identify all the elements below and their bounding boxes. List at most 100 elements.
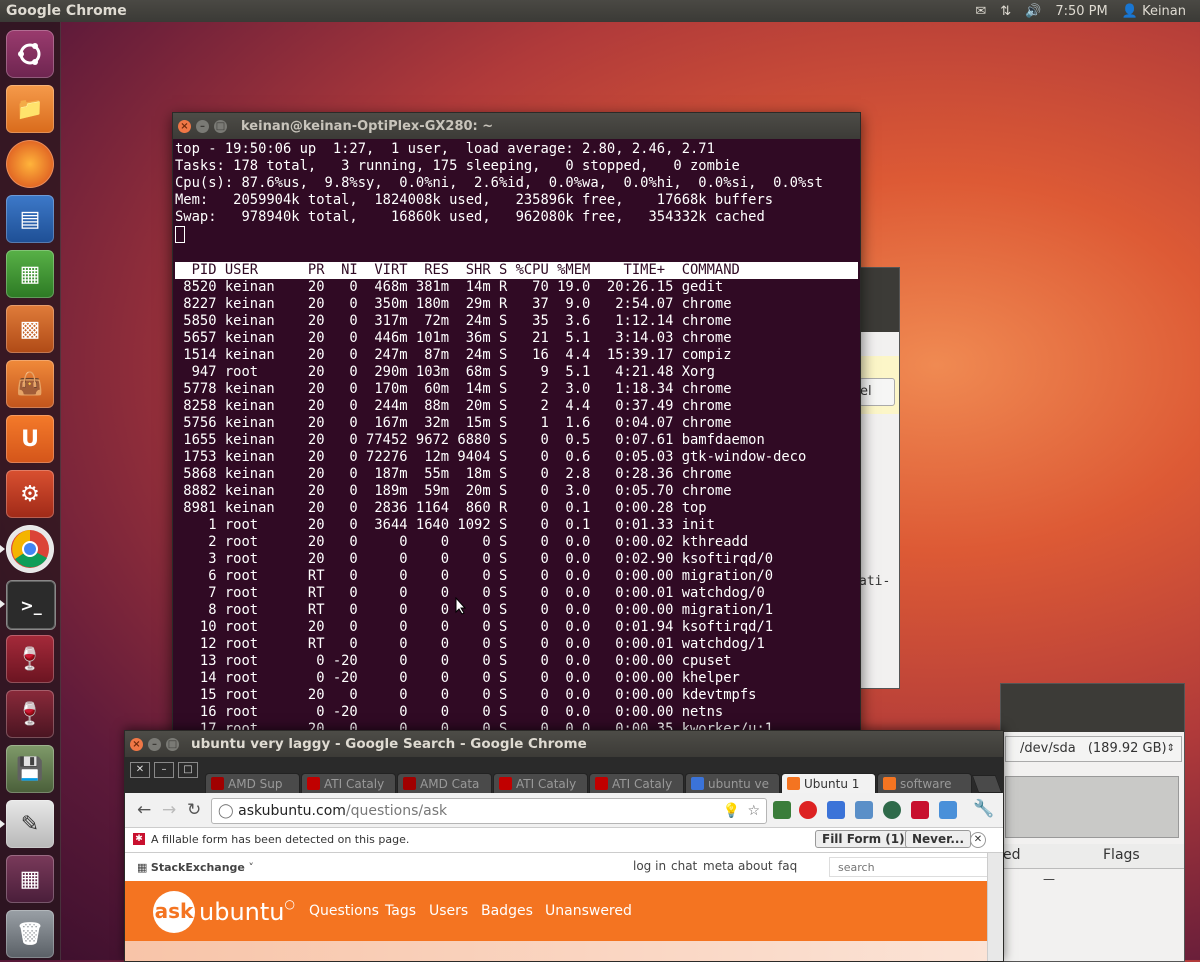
files-icon[interactable]: 📁 (6, 85, 54, 133)
wine-icon[interactable]: 🍷 (6, 635, 54, 683)
partial-button[interactable]: el (859, 378, 895, 406)
stackexchange-menu[interactable]: ▦ StackExchange ˅ (137, 861, 254, 874)
fill-form-button[interactable]: Fill Form (1) (815, 830, 912, 848)
user-menu[interactable]: 👤 Keinan (1122, 4, 1186, 19)
tab-strip: ✕ – □ AMD Sup ATI Cataly AMD Cata ATI Catal… (125, 757, 1003, 793)
logo-ask: ask (153, 891, 195, 933)
reload-icon[interactable]: ↻ (187, 800, 201, 820)
terminal-titlebar[interactable]: × – □ keinan@keinan-OptiPlex-GX280: ~ (173, 113, 860, 139)
link-chat[interactable]: chat (671, 859, 697, 873)
bookmark-star-icon[interactable]: ☆ (747, 799, 760, 823)
ubuntu-logo-icon[interactable] (6, 30, 54, 78)
back-icon[interactable]: ← (137, 800, 151, 820)
site-search-input[interactable] (829, 857, 997, 877)
address-bar[interactable]: ◯ askubuntu.com/questions/ask 💡 ☆ (211, 798, 767, 824)
nav-badges[interactable]: Badges (481, 903, 533, 919)
extension-icon-5[interactable] (883, 801, 901, 819)
lightbulb-icon[interactable]: 💡 (723, 799, 740, 823)
extension-icon-2[interactable] (799, 801, 817, 819)
link-meta[interactable]: meta (703, 859, 734, 873)
nav-users[interactable]: Users (429, 903, 468, 919)
new-tab-button[interactable] (971, 775, 1003, 793)
terminal-window[interactable]: × – □ keinan@keinan-OptiPlex-GX280: ~ to… (172, 112, 861, 734)
close-icon[interactable]: × (178, 119, 191, 133)
maximize-icon[interactable]: □ (214, 119, 227, 133)
process-row: 1753 keinan 20 0 72276 12m 9404 S 0 0.6 … (183, 449, 807, 465)
maximize-icon[interactable]: □ (166, 737, 179, 751)
nav-unanswered[interactable]: Unanswered (545, 903, 632, 919)
extension-icon-3[interactable] (827, 801, 845, 819)
col-used[interactable]: ed (1003, 847, 1021, 863)
extension-icon-1[interactable] (773, 801, 791, 819)
partition-graphic[interactable] (1005, 776, 1179, 838)
browser-tab[interactable]: ATI Cataly (589, 773, 684, 793)
browser-tab[interactable]: AMD Cata (397, 773, 492, 793)
nav-tags[interactable]: Tags (385, 903, 416, 919)
close-icon[interactable]: × (130, 737, 143, 751)
process-row: 14 root 0 -20 0 0 0 S 0 0.0 0:00.00 khel… (199, 670, 740, 686)
url-path: /questions/ask (345, 803, 448, 819)
col-flags[interactable]: Flags (1103, 847, 1140, 863)
askubuntu-logo[interactable]: ask ubuntu ○ (153, 891, 295, 933)
extension-icon-4[interactable] (855, 801, 873, 819)
page-content-strip (125, 941, 987, 961)
network-icon[interactable]: ⇅ (1000, 4, 1011, 19)
text-editor-icon[interactable]: ✎ (6, 800, 54, 848)
volume-icon[interactable]: 🔊 (1025, 4, 1041, 19)
workspace-switcher-icon[interactable]: ▦ (6, 855, 54, 903)
extension-icon-6[interactable] (911, 801, 929, 819)
terminal-icon[interactable]: >_ (6, 580, 56, 630)
minimize-icon[interactable]: – (154, 762, 174, 778)
close-icon[interactable]: ✕ (130, 762, 150, 778)
link-faq[interactable]: faq (778, 859, 797, 873)
disk-utility-icon[interactable]: 💾 (6, 745, 54, 793)
clock[interactable]: 7:50 PM (1055, 4, 1107, 19)
browser-tab[interactable]: Ubuntu 1 (781, 773, 876, 793)
link-about[interactable]: about (738, 859, 773, 873)
restore-icon[interactable]: □ (178, 762, 198, 778)
nav-questions[interactable]: Questions (309, 903, 379, 919)
impress-icon[interactable]: ▩ (6, 305, 54, 353)
infobar-close-icon[interactable]: ✕ (970, 832, 986, 848)
wrench-menu-icon[interactable]: 🔧 (973, 799, 994, 819)
summary-line-2: Tasks: 178 total, 3 running, 175 sleepin… (175, 158, 740, 174)
titlebar (1001, 684, 1184, 732)
minimize-icon[interactable]: – (148, 737, 161, 751)
mail-icon[interactable]: ✉ (975, 4, 986, 19)
ati-favicon-icon (499, 777, 512, 790)
ubuntu-one-icon[interactable]: U (6, 415, 54, 463)
settings-icon[interactable]: ⚙ (6, 470, 54, 518)
background-window-gparted[interactable]: /dev/sda (189.92 GB) ⇕ ed Flags — (1000, 683, 1185, 962)
summary-line-3: Cpu(s): 87.6%us, 9.8%sy, 0.0%ni, 2.6%id,… (175, 175, 823, 191)
calc-icon[interactable]: ▦ (6, 250, 54, 298)
askubuntu-header: ask ubuntu ○ Questions Tags Users Badges… (125, 881, 987, 941)
device-name: /dev/sda (1020, 741, 1076, 756)
browser-tab[interactable]: ATI Cataly (493, 773, 588, 793)
translate-icon[interactable] (939, 801, 957, 819)
unity-launcher: 📁 ▤ ▦ ▩ 👜 U ⚙ >_ 🍷 🍷 💾 ✎ ▦ 🗑 (0, 22, 61, 960)
never-button[interactable]: Never... (905, 830, 972, 848)
software-center-icon[interactable]: 👜 (6, 360, 54, 408)
cell-dash: — (1043, 872, 1055, 886)
browser-tab[interactable]: AMD Sup (205, 773, 300, 793)
forward-icon[interactable]: → (162, 800, 176, 820)
firefox-icon[interactable] (6, 140, 54, 188)
device-combo[interactable]: /dev/sda (189.92 GB) ⇕ (1005, 736, 1182, 762)
page-scrollbar[interactable] (987, 853, 1003, 961)
chrome-titlebar[interactable]: × – □ ubuntu very laggy - Google Search … (125, 731, 1003, 757)
process-row: 12 root RT 0 0 0 0 S 0 0.0 0:00.01 watch… (199, 636, 765, 652)
browser-tab[interactable]: ATI Cataly (301, 773, 396, 793)
link-log-in[interactable]: log in (633, 859, 666, 873)
process-column-header: PID USER PR NI VIRT RES SHR S %CPU %MEM … (175, 262, 858, 279)
wine-tools-icon[interactable]: 🍷 (6, 690, 54, 738)
process-row: 2 root 20 0 0 0 0 S 0 0.0 0:00.02 kthrea… (208, 534, 749, 550)
top-output[interactable]: top - 19:50:06 up 1:27, 1 user, load ave… (173, 139, 860, 733)
browser-tab[interactable]: ubuntu ve (685, 773, 780, 793)
terminal-running-indicator (0, 600, 5, 608)
trash-icon[interactable]: 🗑 (6, 910, 54, 958)
writer-icon[interactable]: ▤ (6, 195, 54, 243)
minimize-icon[interactable]: – (196, 119, 209, 133)
chrome-window[interactable]: × – □ ubuntu very laggy - Google Search … (124, 730, 1004, 962)
browser-tab[interactable]: software (877, 773, 972, 793)
chrome-icon[interactable] (6, 525, 54, 573)
